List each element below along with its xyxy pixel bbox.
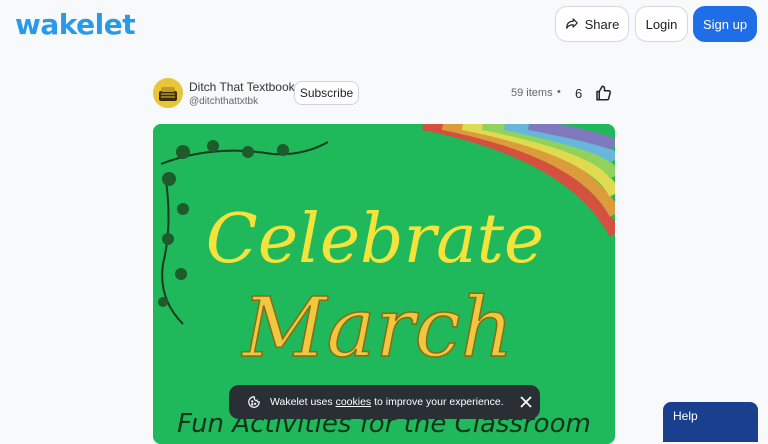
- cookie-icon: [247, 395, 261, 409]
- thumbs-up-icon[interactable]: [594, 84, 612, 107]
- help-button[interactable]: Help: [663, 402, 758, 442]
- share-button[interactable]: Share: [555, 6, 629, 42]
- author-name[interactable]: Ditch That Textbook: [189, 80, 295, 94]
- close-icon[interactable]: [520, 396, 532, 408]
- like-count: 6: [575, 86, 583, 101]
- items-count: 59 items: [511, 87, 553, 99]
- cookie-text-suffix: to improve your experience.: [374, 396, 504, 408]
- share-icon: [565, 16, 579, 33]
- login-button[interactable]: Login: [635, 6, 688, 42]
- cover-title-line2: March: [241, 281, 514, 376]
- subscribe-button[interactable]: Subscribe: [294, 81, 359, 105]
- author-handle: @ditchthattxtbk: [189, 96, 259, 107]
- wakelet-logo[interactable]: wakelet: [15, 8, 136, 41]
- cookie-banner: Wakelet uses cookies to improve your exp…: [229, 385, 540, 419]
- cookie-text-prefix: Wakelet uses: [270, 396, 333, 408]
- cover-title-line1: Celebrate: [206, 200, 544, 279]
- cookies-link[interactable]: cookies: [336, 396, 372, 408]
- meta-separator: •: [557, 86, 561, 98]
- author-avatar[interactable]: [153, 78, 183, 108]
- signup-button[interactable]: Sign up: [693, 6, 757, 42]
- share-label: Share: [584, 16, 620, 32]
